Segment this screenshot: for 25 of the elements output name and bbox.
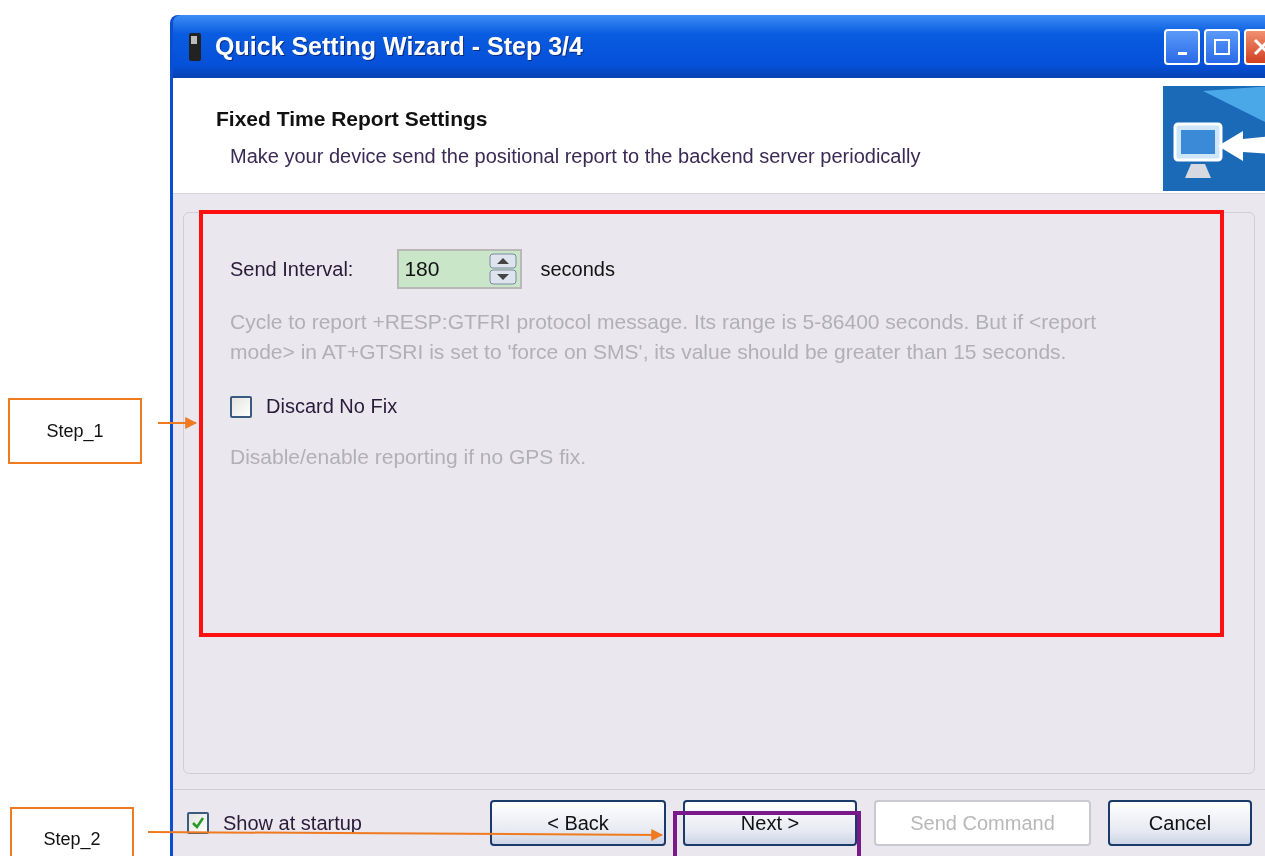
unit-label: seconds <box>540 257 615 281</box>
number-spinner[interactable]: 180 <box>397 249 523 289</box>
field-label: Send Interval: <box>230 257 354 281</box>
wizard-button[interactable]: Next > <box>683 800 857 846</box>
page-subtitle: Make your device send the positional report to the backend server periodically <box>229 145 921 168</box>
help-text: Cycle to report +RESP:GTFRI protocol message. Its range is 5-86400 seconds. But if <report mode> in AT+GTSRI is set to 'force on SMS', its value should be greater than 15 seconds. <box>230 309 1098 365</box>
step-callout: Step_1 <box>8 398 142 464</box>
pointer-arrow <box>157 417 198 429</box>
help-text: Disable/enable reporting if no GPS fix. <box>230 444 588 470</box>
checkbox[interactable] <box>187 812 209 834</box>
checkbox-label: Discard No Fix <box>266 395 398 418</box>
checkbox[interactable] <box>230 395 252 418</box>
wizard-button[interactable]: < Back <box>490 800 666 846</box>
page-title: Fixed Time Report Settings <box>216 107 489 131</box>
window-title: Quick Setting Wizard - Step 3/4 <box>215 32 584 61</box>
checkbox-label: Show at startup <box>223 811 362 835</box>
wizard-button[interactable]: Cancel <box>1108 800 1252 846</box>
minimize-button[interactable] <box>1164 28 1200 65</box>
minimize-icon <box>1177 52 1187 55</box>
maximize-button[interactable] <box>1204 28 1240 65</box>
maximize-icon <box>1213 37 1231 56</box>
device-icon <box>187 31 203 62</box>
checkmark-icon <box>190 815 206 831</box>
step-callout: Step_2 <box>10 807 134 856</box>
spin-arrows-icon[interactable] <box>489 253 518 285</box>
